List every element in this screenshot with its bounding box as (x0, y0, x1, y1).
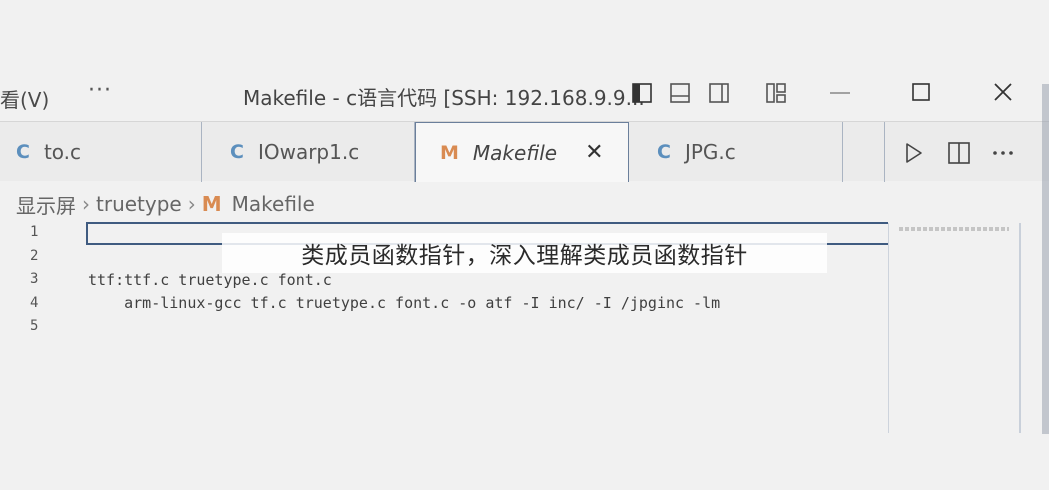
line-number-gutter: 1 2 3 4 5 (0, 220, 60, 340)
toggle-panel-icon[interactable] (669, 82, 691, 104)
window-edge (1042, 84, 1049, 434)
minimap[interactable] (888, 223, 1019, 433)
line-number: 2 (30, 248, 39, 264)
c-file-icon: C (230, 141, 244, 163)
tab-label: Makefile (472, 140, 558, 165)
customize-layout-icon[interactable] (765, 82, 787, 104)
video-subtitle: 类成员函数指针，深入理解类成员函数指针 (222, 233, 827, 273)
maximize-icon[interactable] (909, 80, 933, 104)
breadcrumb-separator-icon: › (187, 192, 196, 216)
toggle-primary-sidebar-icon[interactable] (631, 82, 653, 104)
breadcrumb: 显示屏 › truetype › M Makefile (16, 188, 315, 220)
window-title: Makefile - c语言代码 [SSH: 192.168.9.9... (243, 86, 645, 110)
tab-label: to.c (43, 140, 82, 164)
line-number: 5 (30, 318, 39, 334)
tab-to-c[interactable]: C to.c (0, 122, 202, 182)
line-number: 1 (30, 224, 39, 240)
c-file-icon: C (657, 141, 671, 163)
breadcrumb-file[interactable]: Makefile (232, 192, 315, 216)
tab-jpg-c[interactable]: C JPG.c (629, 122, 843, 182)
minimap-content (899, 227, 1009, 231)
breadcrumb-folder-display[interactable]: 显示屏 (16, 190, 76, 219)
toggle-secondary-sidebar-icon[interactable] (708, 82, 730, 104)
run-icon[interactable] (901, 141, 925, 165)
tab-makefile[interactable]: M Makefile ✕ (415, 122, 629, 182)
split-editor-icon[interactable] (947, 141, 971, 165)
vertical-scrollbar[interactable] (1019, 223, 1021, 433)
makefile-icon: M (440, 141, 459, 164)
makefile-icon: M (201, 192, 222, 216)
tab-label: JPG.c (684, 140, 736, 164)
breadcrumb-separator-icon: › (82, 192, 90, 216)
tab-bar: C to.c C IOwarp1.c M Makefile ✕ C JPG.c (0, 121, 1049, 182)
more-menu-button[interactable]: ··· (88, 78, 112, 103)
tab-label: IOwarp1.c (257, 140, 360, 164)
menu-view[interactable]: 看(V) (0, 84, 49, 113)
editor-actions (884, 122, 1049, 182)
tab-iowarp1-c[interactable]: C IOwarp1.c (202, 122, 415, 182)
breadcrumb-folder-truetype[interactable]: truetype (96, 192, 182, 216)
minimize-icon[interactable] (828, 82, 852, 104)
more-actions-icon[interactable] (991, 141, 1015, 165)
line-number: 4 (30, 295, 39, 311)
tab-close-icon[interactable]: ✕ (585, 140, 603, 165)
c-file-icon: C (16, 141, 30, 163)
close-icon[interactable] (990, 79, 1016, 105)
line-number: 3 (30, 271, 39, 287)
code-line[interactable]: arm-linux-gcc tf.c truetype.c font.c -o … (88, 294, 720, 312)
code-line[interactable]: ttf:ttf.c truetype.c font.c (88, 271, 332, 289)
